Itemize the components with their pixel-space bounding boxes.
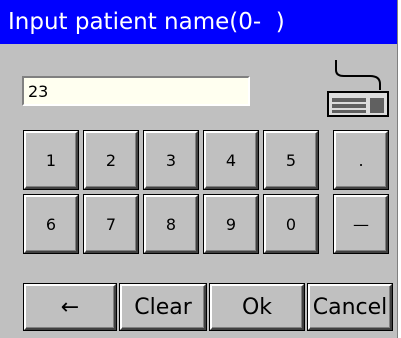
key-4[interactable]: 4 bbox=[203, 130, 259, 190]
key-9[interactable]: 9 bbox=[203, 194, 259, 254]
key-dot[interactable]: . bbox=[333, 130, 389, 190]
backspace-button[interactable]: ← bbox=[23, 283, 117, 331]
key-7[interactable]: 7 bbox=[83, 194, 139, 254]
key-1[interactable]: 1 bbox=[23, 130, 79, 190]
keyboard-icon[interactable] bbox=[326, 56, 390, 118]
clear-button[interactable]: Clear bbox=[119, 283, 207, 331]
dialog-title: Input patient name(0- ) bbox=[0, 0, 397, 44]
cancel-button[interactable]: Cancel bbox=[307, 283, 393, 331]
ok-button[interactable]: Ok bbox=[209, 283, 305, 331]
key-8[interactable]: 8 bbox=[143, 194, 199, 254]
key-3[interactable]: 3 bbox=[143, 130, 199, 190]
key-2[interactable]: 2 bbox=[83, 130, 139, 190]
key-6[interactable]: 6 bbox=[23, 194, 79, 254]
key-0[interactable]: 0 bbox=[263, 194, 319, 254]
patient-name-input[interactable] bbox=[22, 76, 250, 106]
patient-name-dialog: Input patient name(0- ) 1 2 3 4 5 . 6 7 … bbox=[0, 0, 398, 338]
key-dash[interactable]: — bbox=[333, 194, 389, 254]
key-5[interactable]: 5 bbox=[263, 130, 319, 190]
